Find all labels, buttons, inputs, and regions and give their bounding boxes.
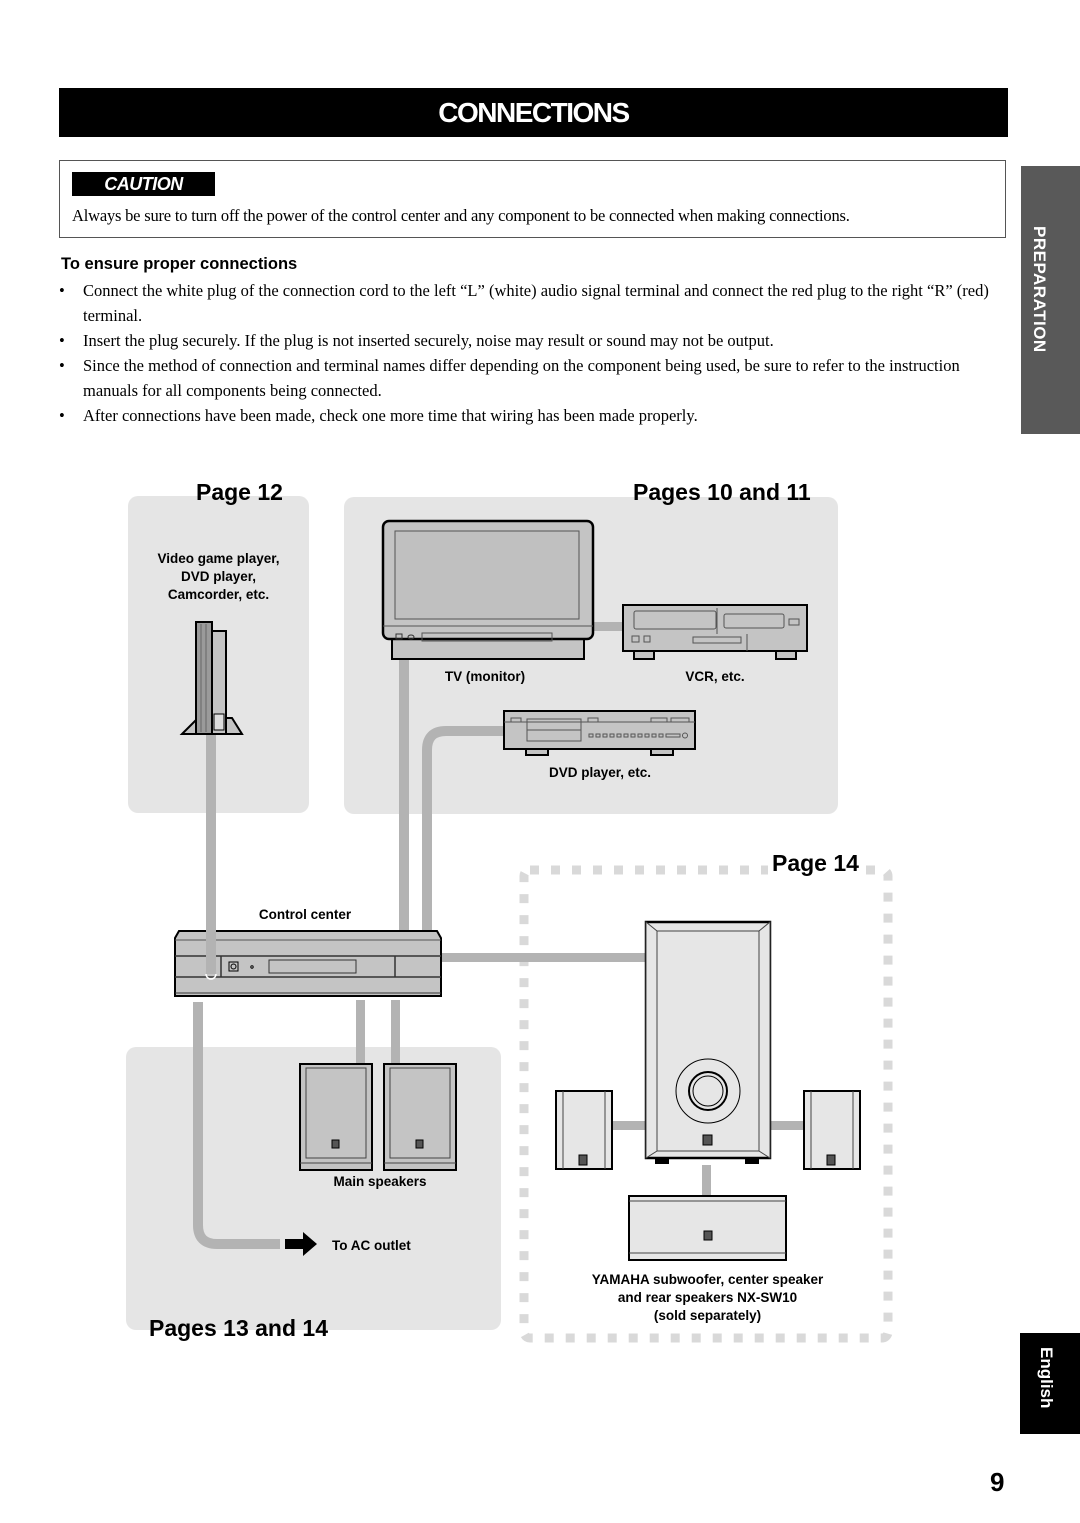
tv-icon [381, 519, 595, 660]
label-vcr: VCR, etc. [685, 669, 745, 684]
label-control-center: Control center [258, 907, 352, 922]
label-tv: TV (monitor) [444, 669, 526, 684]
vcr-icon [622, 604, 808, 660]
label-game-player: Video game player, DVD player, Camcorder… [128, 550, 309, 604]
cable-rear-left [611, 1121, 647, 1130]
label-game-player-line2: DVD player, [180, 569, 257, 584]
cable-rear-right [768, 1121, 804, 1130]
label-yamaha-line2: and rear speakers NX-SW10 [617, 1290, 798, 1305]
rear-speaker-right-icon [803, 1090, 861, 1170]
subwoofer-icon [644, 920, 772, 1164]
rear-speaker-left-icon [555, 1090, 613, 1170]
cable-speaker-left [356, 1000, 365, 1065]
main-speaker-right-icon [383, 1063, 457, 1171]
label-ac-outlet: To AC outlet [332, 1238, 411, 1253]
main-speaker-left-icon [299, 1063, 373, 1171]
center-speaker-icon [628, 1195, 787, 1261]
label-yamaha-line3: (sold separately) [653, 1308, 762, 1323]
label-main-speakers: Main speakers [333, 1174, 427, 1189]
game-player-icon [179, 621, 244, 735]
dvd-player-icon [503, 710, 696, 756]
cable-center [702, 1165, 711, 1197]
label-yamaha-line1: YAMAHA subwoofer, center speaker [591, 1272, 824, 1287]
label-yamaha-system: YAMAHA subwoofer, center speaker and rea… [560, 1271, 855, 1325]
arrow-right-icon [285, 1232, 317, 1256]
cable-dvd [193, 726, 504, 1249]
label-game-player-line3: Camcorder, etc. [167, 587, 270, 602]
label-game-player-line1: Video game player, [157, 551, 280, 566]
label-dvd: DVD player, etc. [548, 765, 652, 780]
page-number: 9 [990, 1467, 1005, 1497]
cable-speaker-right [391, 1000, 400, 1065]
connection-diagram: Page 12 Pages 10 and 11 Page 14 Pages 13… [0, 0, 1080, 1523]
control-center-icon [174, 930, 442, 997]
cable-subwoofer [441, 953, 646, 962]
